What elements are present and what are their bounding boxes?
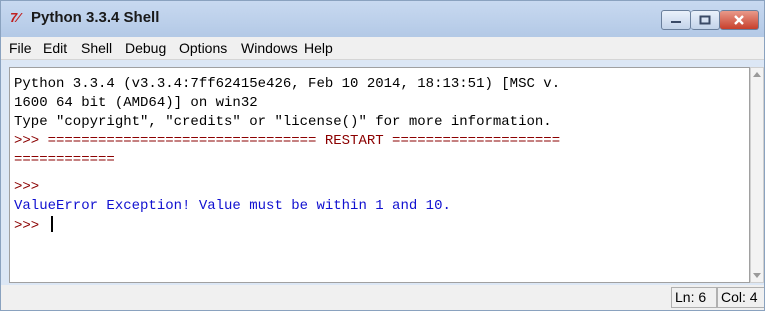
menu-debug[interactable]: Debug [125,40,166,56]
shell-line-banner-2: 1600 64 bit (AMD64)] on win32 [14,95,258,111]
menu-edit[interactable]: Edit [43,40,67,56]
menu-bar: File Edit Shell Debug Options Windows He… [1,37,764,60]
shell-line-prompt-1: >>> [14,179,40,195]
shell-text-area[interactable]: Python 3.3.4 (v3.3.4:7ff62415e426, Feb 1… [9,67,750,283]
prompt-text: >>> [14,218,48,234]
shell-line-restart: >>> ================================ RES… [14,133,561,149]
close-button[interactable] [720,10,759,30]
title-bar[interactable]: 7⁄ Python 3.3.4 Shell [1,1,764,37]
shell-line-error: ValueError Exception! Value must be with… [14,198,451,214]
shell-line-banner-1: Python 3.3.4 (v3.3.4:7ff62415e426, Feb 1… [14,76,561,92]
shell-line-restart-cont: ============ [14,152,115,168]
minimize-button[interactable] [661,10,691,30]
menu-options[interactable]: Options [179,40,227,56]
menu-shell[interactable]: Shell [81,40,112,56]
menu-windows[interactable]: Windows [241,40,298,56]
window-title: Python 3.3.4 Shell [31,9,160,26]
menu-file[interactable]: File [9,40,32,56]
column-number-status: Col: 4 [717,287,764,308]
shell-window: 7⁄ Python 3.3.4 Shell File Edit Shell De… [0,0,765,311]
idle-icon: 7⁄ [10,10,20,25]
scroll-up-icon[interactable] [753,72,761,77]
scroll-down-icon[interactable] [753,273,761,278]
vertical-scrollbar[interactable] [750,67,764,283]
text-cursor [50,216,53,232]
line-number-status: Ln: 6 [671,287,717,308]
close-icon [734,15,744,25]
maximize-icon [699,15,711,25]
status-bar: Ln: 6 Col: 4 [1,285,764,310]
shell-line-prompt-2: >>> [14,216,53,235]
minimize-icon [671,21,681,23]
menu-help[interactable]: Help [304,40,333,56]
shell-line-banner-3: Type "copyright", "credits" or "license(… [14,114,552,130]
maximize-button[interactable] [691,10,720,30]
